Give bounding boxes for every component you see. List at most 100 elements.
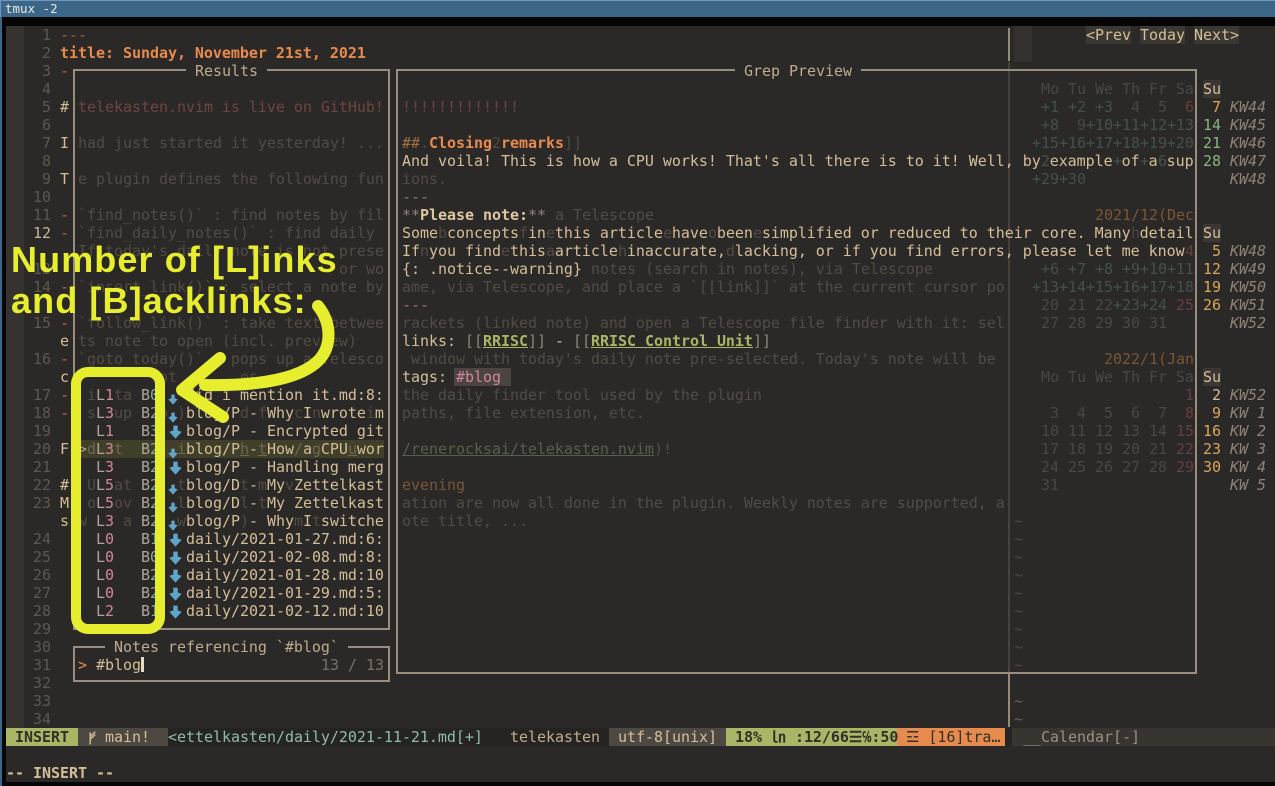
result-item[interactable]: daily/2021-01-28.md:10 <box>186 566 384 584</box>
result-links-count[interactable]: 3 <box>105 404 114 422</box>
line-number: 33 <box>33 692 51 710</box>
prompt-input[interactable]: #blog <box>96 656 141 674</box>
result-backlinks-label[interactable]: B <box>141 530 150 548</box>
buffer-text-dim: U <box>87 476 96 494</box>
arrow-glyph-path <box>169 462 181 475</box>
result-backlinks-count[interactable]: 2 <box>150 476 159 494</box>
calendar-day: 14 <box>1203 116 1221 134</box>
result-backlinks-label[interactable]: B <box>141 458 150 476</box>
result-item[interactable]: blog/P - Encrypted git <box>186 422 384 440</box>
file-encoding: utf-8[unix] <box>618 728 717 746</box>
result-links-label[interactable]: L <box>96 494 105 512</box>
result-item[interactable]: blog/D - My Zettelkast <box>186 476 384 494</box>
down-arrow-glyph <box>169 461 182 475</box>
result-item[interactable]: did i mention it.md:8: <box>186 386 384 404</box>
result-links-label[interactable]: L <box>96 566 105 584</box>
result-backlinks-count[interactable]: 0 <box>150 386 159 404</box>
buffer-text-dim: window with today's daily note pre-selec… <box>411 350 996 368</box>
result-links-label[interactable]: L <box>96 512 105 530</box>
window-separator <box>1008 674 1010 727</box>
result-backlinks-count[interactable]: 2 <box>150 584 159 602</box>
result-item[interactable]: blog/P - Why I wrote m <box>186 404 384 422</box>
result-backlinks-count[interactable]: 1 <box>150 602 159 620</box>
result-links-label[interactable]: L <box>96 386 105 404</box>
result-backlinks-label[interactable]: B <box>141 494 150 512</box>
calendar-weekday-su: Su <box>1203 224 1221 242</box>
result-backlinks-count[interactable]: 0 <box>150 548 159 566</box>
result-links-count[interactable]: 3 <box>105 458 114 476</box>
result-links-label[interactable]: L <box>96 602 105 620</box>
result-backlinks-label[interactable]: B <box>141 476 150 494</box>
preview-text: Please note: <box>420 206 528 224</box>
result-links-label[interactable]: L <box>96 530 105 548</box>
result-item[interactable]: daily/2021-02-08.md:8: <box>186 548 384 566</box>
calendar-days-dim: 10 11 12 13 14 <box>1041 422 1167 440</box>
result-links-count[interactable]: 5 <box>105 476 114 494</box>
line-number: 17 <box>33 386 51 404</box>
editor-area: Results Notes referencing `#blog` Grep P… <box>6 26 1275 782</box>
result-backlinks-label[interactable]: B <box>141 566 150 584</box>
result-item[interactable]: daily/2021-01-27.md:6: <box>186 530 384 548</box>
calendar-prev-button[interactable]: <Prev <box>1086 26 1131 44</box>
result-backlinks-label[interactable]: B <box>141 404 150 422</box>
empty-line-marker: ~ <box>1014 710 1023 728</box>
buffer-text-dim: paths, file extension, etc. <box>402 404 645 422</box>
result-item[interactable]: daily/2021-02-12.md:10 <box>186 602 384 620</box>
git-branch-label[interactable]: main! <box>105 728 150 746</box>
result-links-count[interactable]: 5 <box>105 494 114 512</box>
preview-text: - <box>555 332 564 350</box>
result-links-count[interactable]: 0 <box>105 566 114 584</box>
result-links-label[interactable]: L <box>96 458 105 476</box>
buffer-text: s <box>60 512 69 530</box>
result-item[interactable]: blog/D - My Zettelkast <box>186 494 384 512</box>
result-item[interactable]: daily/2021-01-29.md:5: <box>186 584 384 602</box>
result-backlinks-count[interactable]: 2 <box>150 566 159 584</box>
result-backlinks-label[interactable]: B <box>141 548 150 566</box>
line-number: 8 <box>42 152 51 170</box>
down-arrow-icon <box>169 424 187 442</box>
branch-glyph <box>87 731 97 745</box>
empty-line-marker: ~ <box>1014 638 1023 656</box>
calendar-week-number: KW50 <box>1230 278 1266 296</box>
result-links-label[interactable]: L <box>96 440 105 458</box>
result-links-count[interactable]: 2 <box>105 602 114 620</box>
result-backlinks-count[interactable]: 2 <box>150 512 159 530</box>
result-links-label[interactable]: L <box>96 548 105 566</box>
result-backlinks-label[interactable]: B <box>141 602 150 620</box>
result-backlinks-count[interactable]: 3 <box>150 422 159 440</box>
buffer-text-dim: the daily finder tool used by the plugin <box>402 386 762 404</box>
result-backlinks-label[interactable]: B <box>141 512 150 530</box>
calendar-month-dim: 2021/12(Dec <box>1095 206 1194 224</box>
preview-text: If you find this article inaccurate, lac… <box>402 242 1185 260</box>
result-item[interactable]: blog/P - Handling merg <box>186 458 384 476</box>
result-backlinks-count[interactable]: 1 <box>150 530 159 548</box>
result-links-label[interactable]: L <box>96 584 105 602</box>
result-backlinks-count[interactable]: 2 <box>150 404 159 422</box>
result-links-label[interactable]: L <box>96 404 105 422</box>
calendar-next-button[interactable]: Next> <box>1194 26 1239 44</box>
result-links-count[interactable]: 0 <box>105 584 114 602</box>
result-backlinks-label[interactable]: B <box>141 386 150 404</box>
result-links-label[interactable]: L <box>96 476 105 494</box>
calendar-today-button[interactable]: Today <box>1140 26 1185 44</box>
calendar-week-number: KW51 <box>1230 296 1266 314</box>
result-backlinks-label[interactable]: B <box>141 422 150 440</box>
result-backlinks-count[interactable]: 2 <box>150 494 159 512</box>
result-backlinks-count[interactable]: 2 <box>150 440 159 458</box>
result-backlinks-label[interactable]: B <box>141 440 150 458</box>
preview-link: RRISC <box>483 332 528 350</box>
window-titlebar[interactable]: tmux -2 <box>0 0 1275 17</box>
result-links-count[interactable]: 1 <box>105 386 114 404</box>
result-item[interactable]: blog/P - How a CPU wor <box>186 440 384 458</box>
result-links-count[interactable]: 0 <box>105 530 114 548</box>
result-links-count[interactable]: 3 <box>105 440 114 458</box>
result-links-count[interactable]: 0 <box>105 548 114 566</box>
calendar-days-dim: +10+11+12+13 <box>1086 116 1194 134</box>
result-backlinks-label[interactable]: B <box>141 584 150 602</box>
result-item[interactable]: blog/P - Why I switche <box>186 512 384 530</box>
result-links-label[interactable]: L <box>96 422 105 440</box>
result-links-count[interactable]: 3 <box>105 512 114 530</box>
line-number: 30 <box>33 638 51 656</box>
result-backlinks-count[interactable]: 2 <box>150 458 159 476</box>
result-links-count[interactable]: 1 <box>105 422 114 440</box>
